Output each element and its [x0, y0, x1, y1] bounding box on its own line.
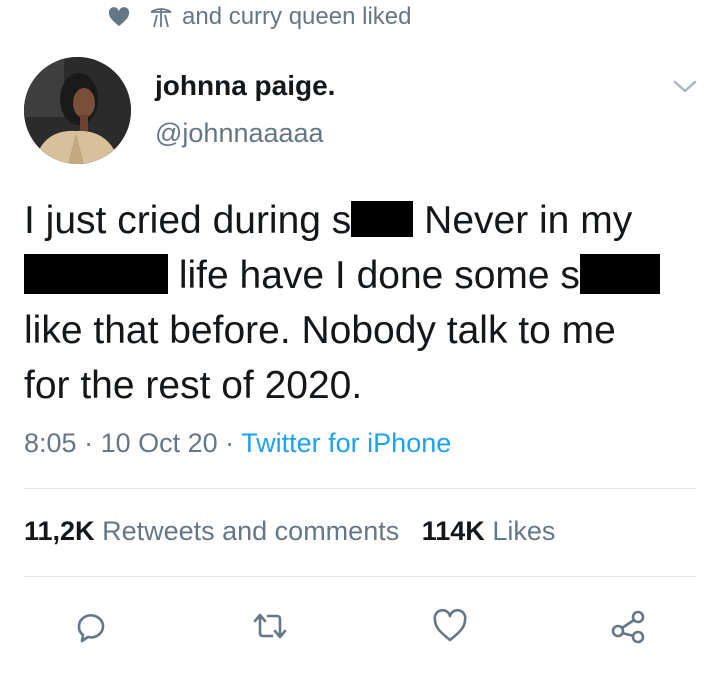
- share-icon: [611, 610, 645, 644]
- reply-button[interactable]: [68, 604, 112, 648]
- retweet-button[interactable]: [248, 604, 292, 648]
- avatar-photo: [24, 57, 131, 164]
- retweets-stat[interactable]: 11,2K Retweets and comments: [24, 516, 399, 546]
- bot-icon: [150, 8, 172, 28]
- share-button[interactable]: [606, 604, 650, 648]
- retweet-icon: [253, 613, 287, 639]
- tweet-line: life have I done some s: [24, 248, 714, 303]
- heart-filled-icon: [108, 7, 130, 27]
- reply-icon: [77, 614, 105, 643]
- tweet-time: 8:05: [24, 428, 77, 458]
- tweet-date[interactable]: 10 Oct 20: [101, 428, 218, 458]
- liked-text: and curry queen liked: [182, 3, 412, 30]
- likes-label: Likes: [492, 516, 556, 546]
- like-icon: [433, 608, 467, 642]
- retweets-label: Retweets and comments: [102, 516, 400, 546]
- divider: [24, 488, 696, 489]
- tweet-text-segment: Never in my: [413, 199, 633, 242]
- tweet-text-segment: life have I done some s: [168, 254, 580, 297]
- tweet-line: I just cried during s Never in my: [24, 193, 714, 248]
- likes-count: 114K: [421, 516, 485, 546]
- redaction-bar: [24, 253, 168, 294]
- action-bar: [0, 604, 720, 648]
- tweet-line: for the rest of 2020.: [24, 364, 363, 407]
- chevron-down-icon[interactable]: [672, 76, 698, 96]
- tweet-line: like that before. Nobody talk to me: [24, 309, 616, 352]
- tweet-source-link[interactable]: Twitter for iPhone: [241, 428, 451, 458]
- divider: [24, 576, 696, 577]
- display-name[interactable]: johnna paige.: [155, 70, 335, 102]
- user-handle[interactable]: @johnnaaaaa: [155, 118, 324, 149]
- redaction-bar: [351, 200, 414, 237]
- social-context[interactable]: and curry queen liked: [108, 2, 411, 32]
- redaction-bar: [579, 253, 660, 294]
- like-button[interactable]: [428, 604, 472, 648]
- avatar[interactable]: [24, 57, 131, 164]
- meta-separator: ·: [76, 428, 101, 458]
- tweet-text-segment: I just cried during s: [24, 199, 352, 242]
- retweets-count: 11,2K: [24, 516, 95, 546]
- meta-separator: ·: [217, 428, 242, 458]
- tweet-meta: 8:05 · 10 Oct 20 · Twitter for iPhone: [24, 428, 451, 459]
- tweet-stats: 11,2K Retweets and comments 114K Likes: [24, 516, 555, 547]
- tweet-text: I just cried during s Never in my life h…: [24, 193, 714, 413]
- likes-stat[interactable]: 114K Likes: [422, 516, 556, 546]
